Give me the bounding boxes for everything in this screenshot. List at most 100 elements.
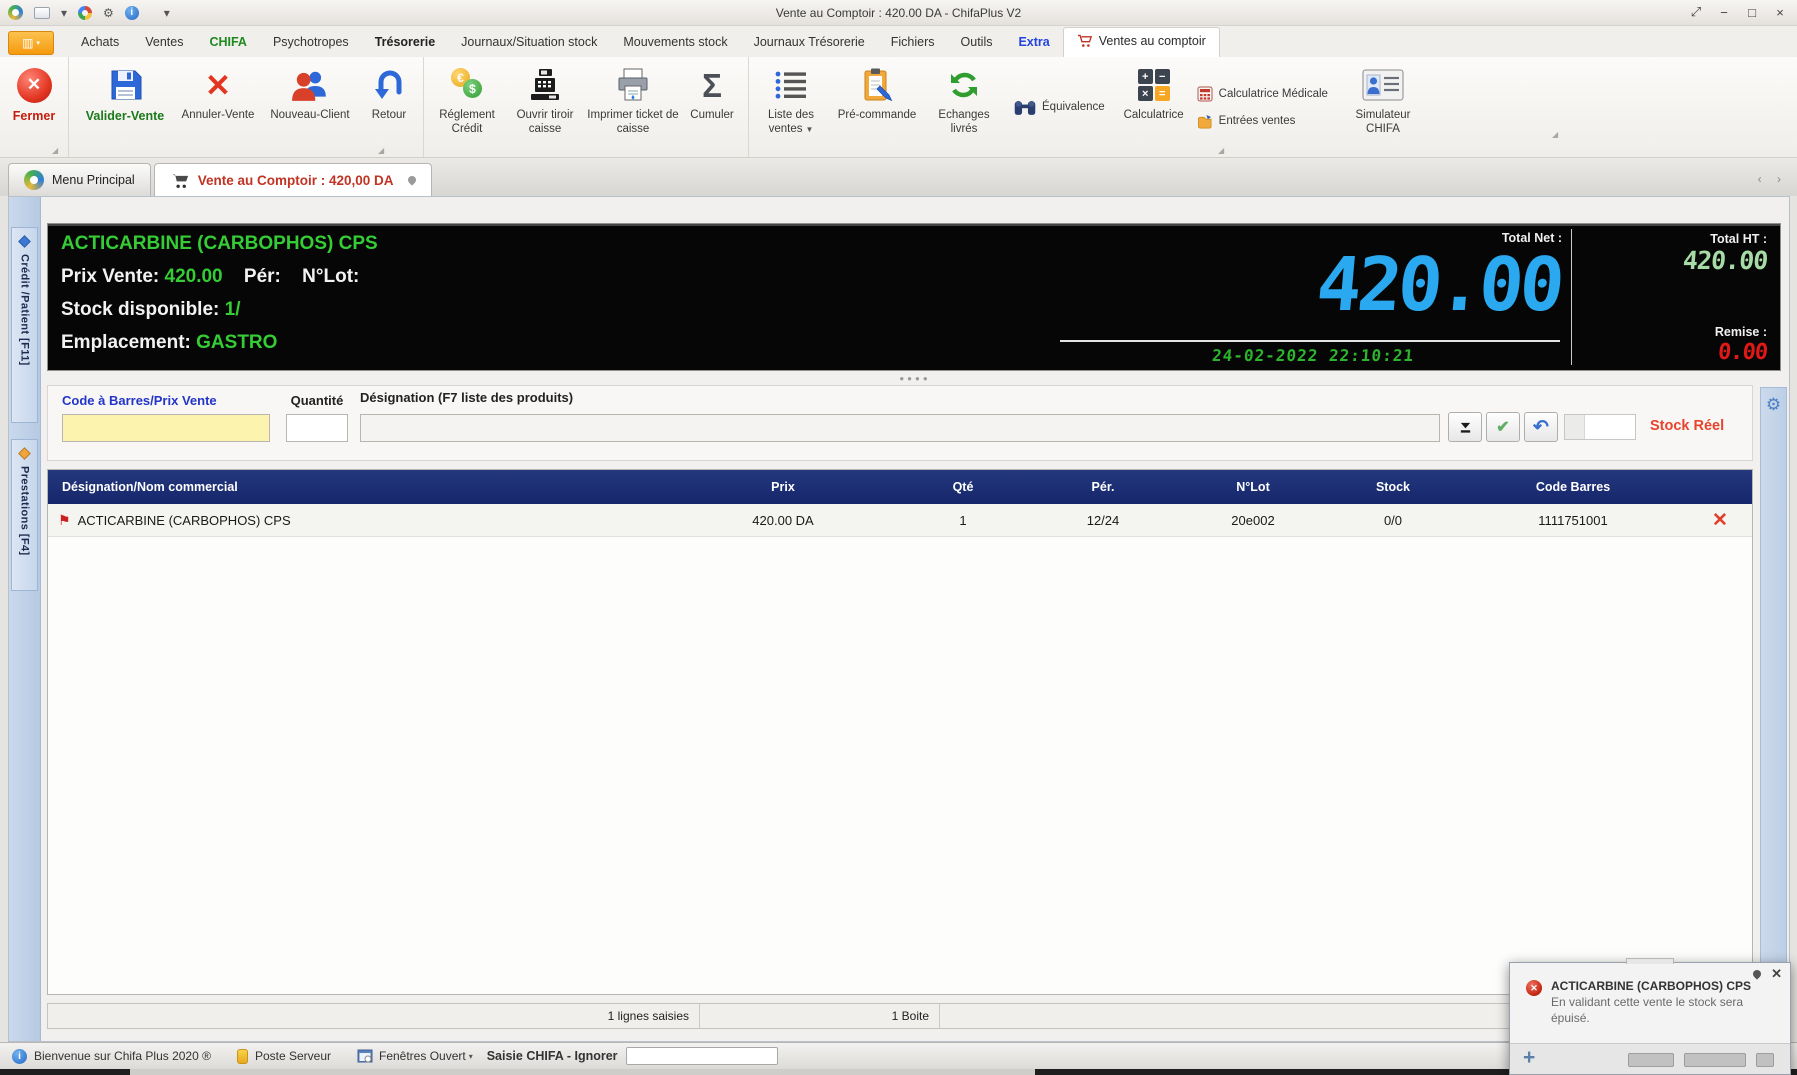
tab-journaux-situation-stock[interactable]: Journaux/Situation stock — [448, 28, 610, 57]
statusbar-input[interactable] — [626, 1047, 778, 1065]
table-header: Désignation/Nom commercial Prix Qté Pér.… — [48, 470, 1752, 504]
sidebar-tab-prestations[interactable]: Prestations [F4] — [11, 439, 38, 591]
dialog-launcher-icon[interactable]: ◢ — [378, 147, 384, 155]
code-barres-label: Code à Barres/Prix Vente — [62, 393, 217, 408]
fermer-button[interactable]: ✕ Fermer — [5, 60, 63, 154]
tab-scroll-arrows[interactable]: ‹ › — [1758, 172, 1787, 186]
fullscreen-icon[interactable]: ⤢ — [1685, 3, 1707, 21]
settings-gear-icon[interactable]: ⚙ — [1766, 395, 1781, 1030]
saisie-chifa-toggle[interactable]: Saisie CHIFA - Ignorer — [487, 1049, 618, 1063]
poste-serveur-label[interactable]: Poste Serveur — [255, 1049, 331, 1063]
tab-journaux-tresorerie[interactable]: Journaux Trésorerie — [741, 28, 878, 57]
close-icon[interactable]: × — [1769, 3, 1791, 21]
pre-commande-button[interactable]: Pré-commande — [828, 60, 926, 154]
sale-items-table: Désignation/Nom commercial Prix Qté Pér.… — [47, 469, 1753, 995]
windows-open-icon — [357, 1049, 373, 1063]
load-product-button[interactable] — [1448, 412, 1482, 442]
error-icon: ✕ — [1526, 980, 1542, 996]
main-content: Crédit /Patient [F11] Prestations [F4] A… — [8, 196, 1790, 1042]
title-bar: ▾ ⚙ i ▾ Vente au Comptoir : 420.00 DA - … — [0, 0, 1797, 26]
minimize-icon[interactable]: − — [1713, 3, 1735, 21]
tab-ventes[interactable]: Ventes — [132, 28, 196, 57]
popup-grip[interactable] — [1626, 958, 1674, 964]
caret-down-icon: ▼ — [805, 125, 813, 134]
reglement-credit-button[interactable]: € $ Réglement Crédit — [429, 60, 505, 154]
ouvrir-tiroir-caisse-button[interactable]: Ouvrir tiroir caisse — [505, 60, 585, 154]
splitter-handle[interactable]: ●●●● — [899, 374, 930, 383]
window-menu-icon[interactable] — [34, 7, 50, 19]
sidebar-tab-credit-patient[interactable]: Crédit /Patient [F11] — [11, 227, 38, 423]
retour-button[interactable]: Retour — [360, 60, 418, 154]
notification-title: ACTICARBINE (CARBOPHOS) CPS — [1551, 979, 1766, 993]
insert-down-icon — [1459, 421, 1472, 434]
header-nlot: N°Lot — [1178, 480, 1328, 494]
sigma-icon: Σ — [702, 69, 722, 102]
tab-label: Menu Principal — [52, 173, 135, 187]
cash-register-icon — [527, 65, 563, 105]
tab-extra[interactable]: Extra — [1005, 28, 1062, 57]
gear-icon[interactable]: ⚙ — [103, 7, 114, 19]
notification-message: En validant cette vente le stock sera ép… — [1551, 995, 1766, 1026]
total-ht-label: Total HT : — [1710, 232, 1767, 246]
ribbon-collapse-icon[interactable]: ◢ — [1552, 131, 1558, 139]
disabled-action-placeholder — [1756, 1053, 1774, 1067]
cumuler-button[interactable]: Σ Cumuler — [681, 60, 743, 154]
tab-outils[interactable]: Outils — [948, 28, 1006, 57]
tab-mouvements-stock[interactable]: Mouvements stock — [610, 28, 740, 57]
fenetres-ouvert-label[interactable]: Fenêtres Ouvert — [379, 1049, 466, 1063]
id-card-icon — [1362, 65, 1404, 105]
tab-menu-principal[interactable]: Menu Principal — [8, 163, 151, 196]
calculatrice-button[interactable]: +−×= Calculatrice — [1117, 60, 1191, 154]
list-icon — [774, 65, 808, 105]
code-barres-input[interactable] — [62, 414, 270, 442]
annuler-vente-button[interactable]: ✕ Annuler-Vente — [176, 60, 260, 154]
browser-icon[interactable] — [78, 6, 92, 20]
ribbon-toolbar: ✕ Fermer Valider-Vente ✕ Annuler-Vente — [0, 57, 1797, 158]
imprimer-ticket-button[interactable]: Imprimer ticket de caisse — [585, 60, 681, 154]
pin-icon[interactable] — [406, 174, 417, 185]
close-icon[interactable]: ✕ — [1771, 967, 1782, 980]
add-icon[interactable]: + — [1523, 1046, 1535, 1070]
tab-vente-au-comptoir[interactable]: Vente au Comptoir : 420,00 DA — [154, 163, 432, 196]
echanges-livres-button[interactable]: Echanges livrés — [926, 60, 1002, 154]
table-row[interactable]: ⚑ ACTICARBINE (CARBOPHOS) CPS 420.00 DA … — [48, 504, 1752, 537]
entry-panel: Code à Barres/Prix Vente Quantité Désign… — [47, 385, 1753, 461]
tab-psychotropes[interactable]: Psychotropes — [260, 28, 362, 57]
stock-reel-label: Stock Réel — [1650, 418, 1724, 434]
calculatrice-medicale-button[interactable]: Calculatrice Médicale — [1197, 86, 1328, 102]
quantite-input[interactable] — [286, 414, 348, 442]
pin-icon[interactable] — [1751, 968, 1762, 979]
simulateur-chifa-button[interactable]: Simulateur CHIFA — [1342, 60, 1424, 154]
liste-des-ventes-button[interactable]: Liste des ventes▼ — [754, 60, 828, 154]
designation-input[interactable] — [360, 414, 1440, 442]
app-swirl-icon — [24, 170, 44, 190]
tab-achats[interactable]: Achats — [68, 28, 132, 57]
delete-row-icon[interactable]: ✕ — [1712, 510, 1728, 531]
equivalence-button[interactable]: Équivalence — [1002, 60, 1117, 154]
tab-fichiers[interactable]: Fichiers — [878, 28, 948, 57]
welcome-text: Bienvenue sur Chifa Plus 2020 ® — [34, 1049, 211, 1063]
emplacement-label: Emplacement: — [61, 332, 191, 353]
tab-ventes-au-comptoir[interactable]: Ventes au comptoir — [1063, 27, 1220, 57]
tab-chifa[interactable]: CHIFA — [196, 28, 260, 57]
maximize-icon[interactable]: □ — [1741, 3, 1763, 21]
ribbon-group-caisse: € $ Réglement Crédit Ouvrir tiroir caiss… — [424, 57, 749, 157]
dialog-launcher-icon[interactable]: ◢ — [52, 147, 58, 155]
info-icon[interactable]: i — [125, 6, 139, 20]
valider-vente-button[interactable]: Valider-Vente — [74, 60, 176, 154]
dialog-launcher-icon[interactable]: ◢ — [1218, 147, 1224, 155]
entrees-ventes-button[interactable]: Entrées ventes — [1197, 114, 1328, 129]
dropdown-caret-icon[interactable]: ▾ — [61, 7, 67, 19]
confirm-button[interactable]: ✔ — [1486, 412, 1520, 442]
nouveau-client-button[interactable]: Nouveau-Client — [260, 60, 360, 154]
caret-down-icon[interactable]: ▾ — [469, 1052, 473, 1061]
tab-tresorerie[interactable]: Trésorerie — [362, 28, 448, 57]
prix-vente-value: 420.00 — [165, 266, 223, 287]
entrees-ventes-label: Entrées ventes — [1219, 115, 1296, 127]
application-button[interactable]: ▥ ▾ — [8, 31, 54, 55]
tab-label: Ventes au comptoir — [1099, 34, 1206, 48]
header-prix: Prix — [668, 480, 898, 494]
quantite-label: Quantité — [286, 393, 348, 408]
customize-caret-icon[interactable]: ▾ — [164, 7, 170, 19]
undo-button[interactable]: ↶ — [1524, 412, 1558, 442]
